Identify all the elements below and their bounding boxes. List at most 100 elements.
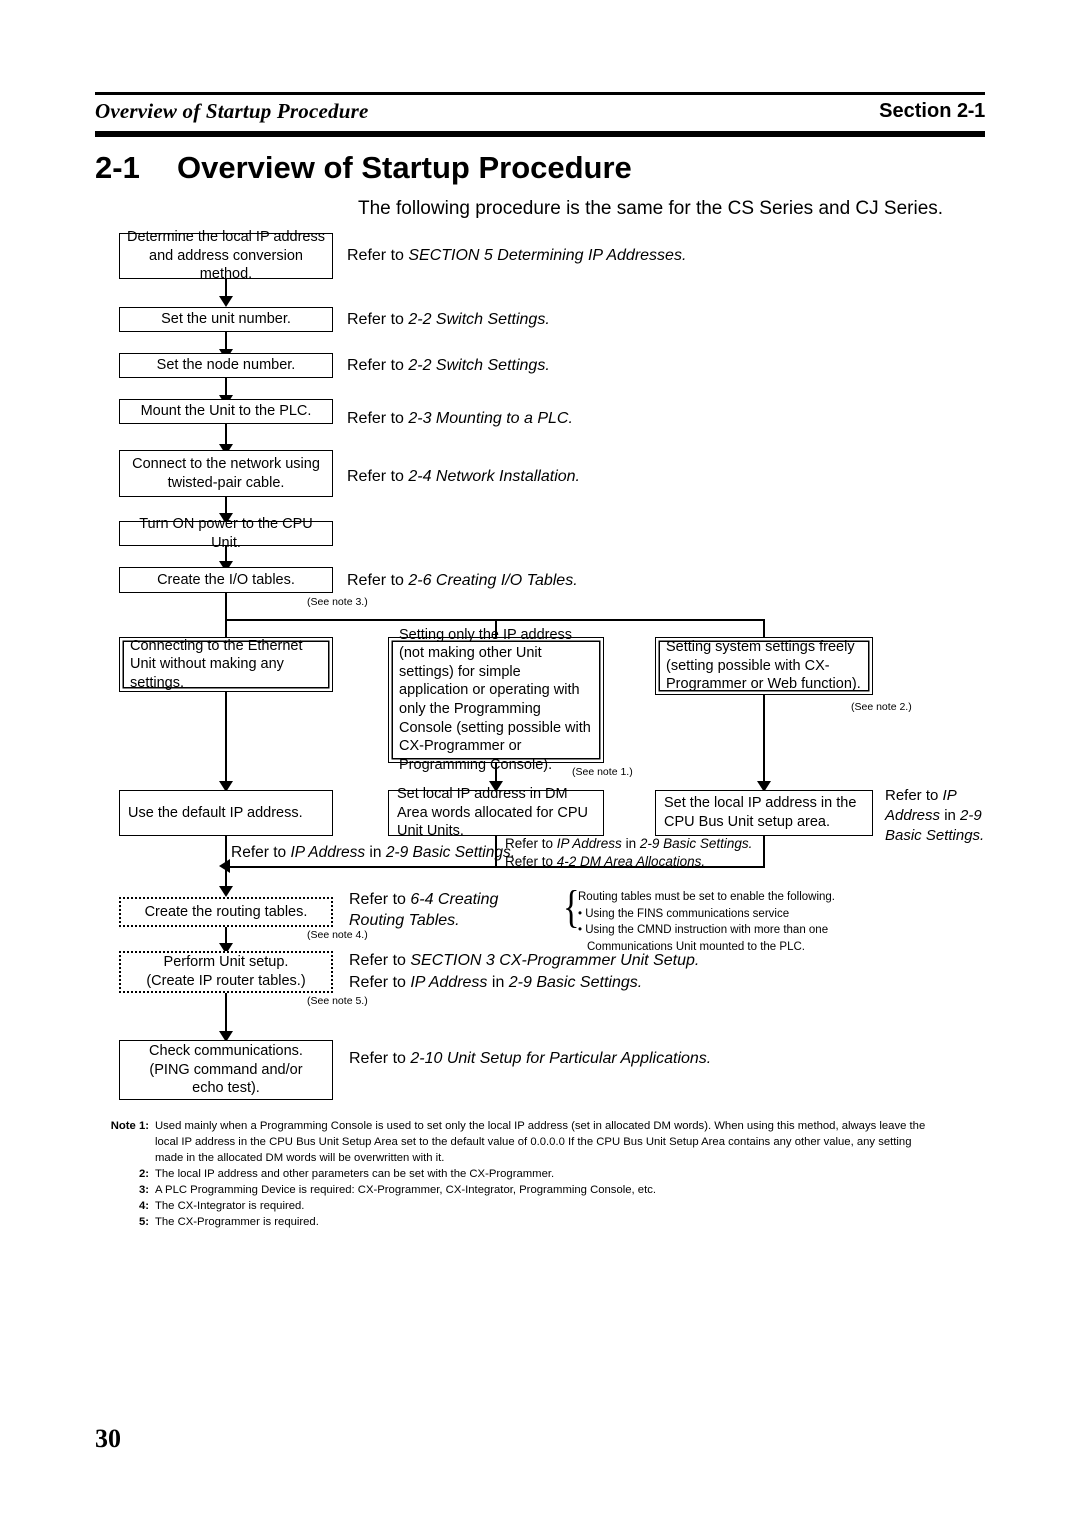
refer-routing-tables: Refer to 6-4 Creating Routing Tables. [349, 889, 549, 931]
connector-merge-c [763, 836, 765, 868]
flow-box-check-communications: Check communications. (PING command and/… [119, 1040, 333, 1100]
refer-step7-prefix: Refer to [347, 572, 409, 589]
refer-result-b-ital1: IP Address [556, 836, 622, 851]
flow-box-connect-network: Connect to the network using twisted-pai… [119, 450, 333, 497]
refer-step7: Refer to 2-6 Creating I/O Tables. [347, 570, 578, 591]
header-rule-bottom [95, 131, 985, 137]
refer-result-a-ital1: IP Address [290, 844, 366, 861]
refer-step3-prefix: Refer to [347, 357, 409, 374]
flow-box-create-routing-tables-label: Create the routing tables. [144, 903, 308, 920]
routing-note-line3: • Using the CMND instruction with more t… [578, 924, 829, 937]
flow-box-branch-system-settings-label: Setting system settings freely (setting … [666, 639, 861, 693]
note-text-3: A PLC Programming Device is required: CX… [155, 1184, 657, 1197]
refer-check-prefix: Refer to [349, 1050, 411, 1067]
flow-box-turn-on-power: Turn ON power to the CPU Unit. [119, 516, 333, 551]
connector-a-down [225, 692, 227, 788]
flow-box-connect-network-label: Connect to the network using twisted-pai… [132, 455, 320, 491]
refer-step4-target: 2-3 Mounting to a PLC. [408, 410, 573, 427]
page-title-number: 2-1 [95, 150, 140, 185]
refer-result-b-line2: Refer to 4-2 DM Area Allocations. [505, 853, 752, 871]
refer-step1: Refer to SECTION 5 Determining IP Addres… [347, 245, 686, 266]
note-number-1: 1: [138, 1120, 149, 1132]
note-text-2: The local IP address and other parameter… [155, 1168, 555, 1181]
flow-box-determine-ip: Determine the local IP address and addre… [119, 229, 333, 282]
header-section-number: 2-1 [956, 100, 985, 122]
refer-check-target: 2-10 Unit Setup for Particular Applicati… [410, 1050, 712, 1067]
flow-box-branch-no-settings: Connecting to the Ethernet Unit without … [119, 637, 333, 692]
refer-result-c-ital2: Address [885, 806, 941, 824]
refer-unit-setup-mid: in [487, 973, 509, 991]
refer-unit-setup-ital2: IP Address [410, 973, 488, 991]
note-text-4: The CX-Integrator is required. [155, 1200, 305, 1213]
arrowhead-1 [219, 296, 233, 307]
refer-result-b-line1: Refer to IP Address in 2-9 Basic Setting… [505, 835, 752, 853]
refer-step4: Refer to 2-3 Mounting to a PLC. [347, 408, 573, 429]
refer-unit-setup-prefix1: Refer to [349, 952, 411, 969]
refer-step1-prefix: Refer to [347, 247, 409, 264]
flow-box-check-communications-line2: (PING command and/or [149, 1061, 303, 1078]
refer-result-c-line3: Basic Settings. [885, 826, 984, 846]
connector-c-down [763, 695, 765, 788]
routing-note-line4: Communications Unit mounted to the PLC. [587, 941, 805, 954]
flow-box-set-cpu-bus-setup-label: Set the local IP address in the CPU Bus … [664, 795, 857, 830]
header-running-title: Overview of Startup Procedure [95, 99, 369, 123]
refer-result-c-line2: Address in 2-9 [885, 806, 984, 826]
refer-result-a-mid: in [365, 844, 386, 861]
refer-result-a-prefix: Refer to [231, 844, 291, 861]
page-title: 2-1 Overview of Startup Procedure [95, 150, 632, 186]
refer-step1-target: SECTION 5 Determining IP Addresses. [408, 247, 687, 264]
header-rule-top [95, 92, 985, 95]
refer-result-c-prefix: Refer to [885, 787, 943, 804]
refer-result-b-prefix: Refer to [505, 836, 557, 851]
refer-step7-target: 2-6 Creating I/O Tables. [408, 572, 578, 589]
see-note-1: (See note 1.) [572, 766, 633, 778]
refer-result-b: Refer to IP Address in 2-9 Basic Setting… [505, 835, 752, 871]
flow-box-set-node-number: Set the node number. [119, 353, 333, 378]
flow-box-perform-unit-setup: Perform Unit setup. (Create IP router ta… [119, 951, 333, 993]
note-label-4: 4: [138, 1200, 149, 1213]
refer-result-b-ital2: 2-9 Basic Settings. [639, 836, 753, 851]
flow-box-create-io-tables-label: Create the I/O tables. [157, 571, 295, 588]
flow-box-branch-ip-only: Setting only the IP address (not making … [388, 627, 604, 773]
refer-step2-target: 2-2 Switch Settings. [408, 311, 550, 328]
refer-unit-setup: Refer to SECTION 3 CX-Programmer Unit Se… [349, 950, 699, 993]
flow-box-use-default-ip-label: Use the default IP address. [128, 804, 303, 821]
flow-box-branch-no-settings-label: Connecting to the Ethernet Unit without … [130, 637, 303, 691]
note-text-1: Used mainly when a Programming Console i… [155, 1120, 926, 1165]
refer-result-c: Refer to IP Address in 2-9 Basic Setting… [885, 786, 984, 846]
flow-box-check-communications-line3: echo test). [192, 1080, 260, 1097]
refer-check-communications: Refer to 2-10 Unit Setup for Particular … [349, 1048, 711, 1069]
note-item: 2: The local IP address and other parame… [97, 1166, 937, 1182]
flow-box-mount-unit-label: Mount the Unit to the PLC. [140, 403, 312, 420]
page-number: 30 [95, 1424, 121, 1453]
flow-box-create-routing-tables: Create the routing tables. [119, 897, 333, 927]
refer-step5-prefix: Refer to [347, 468, 409, 485]
note-text-5: The CX-Programmer is required. [155, 1216, 319, 1229]
routing-note-line1: Routing tables must be set to enable the… [578, 891, 835, 903]
see-note-3: (See note 3.) [307, 596, 368, 608]
flow-box-set-dm-area-label: Set local IP address in DM Area words al… [397, 786, 588, 840]
flow-box-determine-ip-label: Determine the local IP address and addre… [126, 229, 325, 283]
flow-box-create-io-tables: Create the I/O tables. [119, 567, 333, 593]
intro-paragraph: The following procedure is the same for … [358, 198, 944, 219]
refer-result-c-ital1: IP [942, 787, 957, 804]
flow-box-set-cpu-bus-setup: Set the local IP address in the CPU Bus … [655, 790, 873, 836]
refer-result-a-ital2: 2-9 Basic Settings. [385, 844, 516, 861]
refer-result-b-prefix2: Refer to [505, 854, 557, 870]
note-item: 5: The CX-Programmer is required. [97, 1214, 937, 1230]
flow-box-set-node-number-label: Set the node number. [156, 357, 296, 374]
refer-step3: Refer to 2-2 Switch Settings. [347, 355, 550, 376]
notes-block: Note 1: Used mainly when a Programming C… [97, 1118, 937, 1230]
flow-box-set-unit-number-label: Set the unit number. [161, 311, 291, 328]
refer-unit-setup-prefix2: Refer to [349, 973, 411, 991]
routing-note-line2: • Using the FINS communications service [578, 907, 790, 920]
flow-box-set-dm-area: Set local IP address in DM Area words al… [388, 786, 604, 839]
refer-step5-target: 2-4 Network Installation. [408, 468, 580, 485]
note-word: Note [110, 1120, 136, 1132]
refer-routing-prefix: Refer to [349, 891, 411, 908]
see-note-2: (See note 2.) [851, 701, 912, 713]
refer-result-a: Refer to IP Address in 2-9 Basic Setting… [231, 843, 515, 863]
header-section-word: Section [879, 100, 952, 122]
see-note-5: (See note 5.) [307, 995, 368, 1007]
flow-box-branch-system-settings: Setting system settings freely (setting … [655, 637, 873, 695]
